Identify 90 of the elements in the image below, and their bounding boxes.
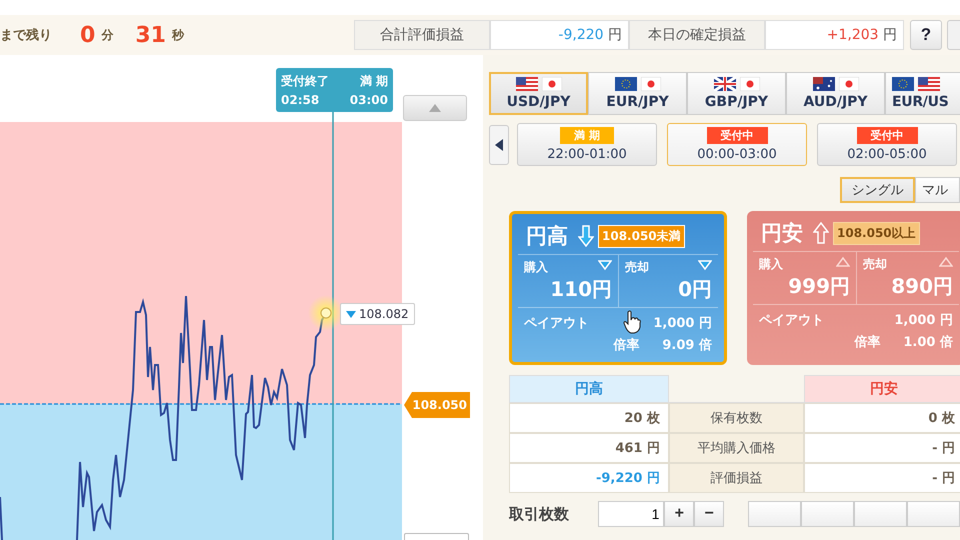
flag-icon [918,77,940,91]
preset-button[interactable] [907,501,960,527]
quantity-label: 取引枚数 [509,504,570,524]
buy-price: 110円 [549,276,612,303]
down-arrow-icon [578,225,594,247]
sell-label: 売却 [863,256,888,273]
flag-icon [640,77,660,91]
row-label: 評価損益 [669,463,804,493]
flag-icon [614,77,636,91]
option-title: 円高 [526,223,568,250]
help-button[interactable]: ? [910,20,942,50]
minutes-unit: 分 [101,26,114,44]
buy-price: 999円 [787,273,850,300]
condition-label: 108.050以上 [833,222,920,244]
payout-label: ペイアウト [759,312,824,329]
option-title: 円安 [761,220,803,247]
condition-label: 108.050未満 [598,224,685,248]
deadline-label: 受付終了 [280,73,330,90]
countdown-label: まで残り [0,27,53,44]
mode-tab[interactable]: マル [915,177,960,203]
rate-label: 倍率 [853,334,882,351]
rate-value: 9.09 倍 [661,336,712,354]
status-badge: 受付中 [856,127,918,144]
status-badge: 満 期 [560,127,614,144]
scroll-up-button[interactable] [403,95,467,121]
pair-tab[interactable]: AUD/JPY [786,72,885,115]
current-price: 108.082 [359,307,409,321]
payout-label: ペイアウト [524,315,589,332]
rate-value: 1.00 倍 [902,334,953,351]
toolbar-button[interactable] [947,20,960,50]
flag-icon [838,77,858,91]
preset-button[interactable] [801,501,854,527]
session-time: 02:00-05:00 [847,147,927,162]
up-triangle-icon [429,104,441,112]
payout-value: 1,000 円 [894,312,953,329]
column-header: 円安 [804,375,960,403]
summary-label: 合計評価損益 [354,20,490,50]
seconds-unit: 秒 [172,26,184,44]
flag-icon [812,77,834,91]
session-time: 00:00-03:00 [697,147,777,162]
mode-tab[interactable]: シングル [840,177,915,203]
down-triangle-icon [346,310,356,318]
table-cell: -9,220 円 [509,463,669,493]
sell-label: 売却 [625,259,650,276]
flag-icon [892,77,914,91]
flag-icon [740,77,760,91]
plus-button[interactable]: + [664,501,694,527]
strike-tag: 108.050 [404,392,470,418]
table-cell: - 円 [804,433,960,463]
previous-button[interactable] [489,124,509,164]
expiry-time: 03:00 [348,93,389,107]
sell-price: 890円 [890,273,953,300]
pair-tab[interactable]: EUR/JPY [588,72,687,115]
flag-icon [516,77,538,91]
buy-label: 購入 [759,256,784,273]
up-arrow-icon [813,222,829,244]
pair-tab[interactable]: USD/JPY [489,72,588,115]
summary-value: -9,220 円 [490,20,629,50]
preset-button[interactable] [748,501,802,527]
table-cell: - 円 [804,463,960,493]
minutes-value: 0 [80,22,96,48]
sell-price: 0円 [677,276,712,303]
payout-value: 1,000 円 [653,315,712,332]
expiry-label: 満 期 [358,73,389,90]
left-triangle-icon [495,138,503,150]
summary-label: 本日の確定損益 [629,20,765,50]
row-label: 保有枚数 [669,403,804,433]
buy-label: 購入 [524,259,549,276]
table-cell: 20 枚 [509,403,669,433]
pair-tab[interactable]: EUR/US [885,72,960,115]
session-button[interactable]: 受付中 00:00-03:00 [667,123,807,166]
flag-icon [542,77,562,91]
table-cell: 0 枚 [804,403,960,433]
flag-icon [714,77,736,91]
pair-tab[interactable]: GBP/JPY [687,72,786,115]
preset-button[interactable] [854,501,908,527]
table-cell: 461 円 [509,433,669,463]
column-header: 円高 [509,375,669,403]
hand-cursor-icon [623,310,641,334]
summary-value: +1,203 円 [765,20,904,50]
status-badge: 受付中 [706,127,768,144]
seconds-value: 31 [135,22,166,48]
rate-label: 倍率 [612,336,640,354]
session-time: 22:00-01:00 [547,147,627,162]
row-label: 平均購入価格 [669,433,804,463]
minus-button[interactable]: − [694,501,724,527]
session-button[interactable]: 受付中 02:00-05:00 [817,123,957,166]
session-button[interactable]: 満 期 22:00-01:00 [517,123,657,166]
quantity-field[interactable]: 1 [598,501,664,527]
deadline-time: 02:58 [280,93,320,107]
